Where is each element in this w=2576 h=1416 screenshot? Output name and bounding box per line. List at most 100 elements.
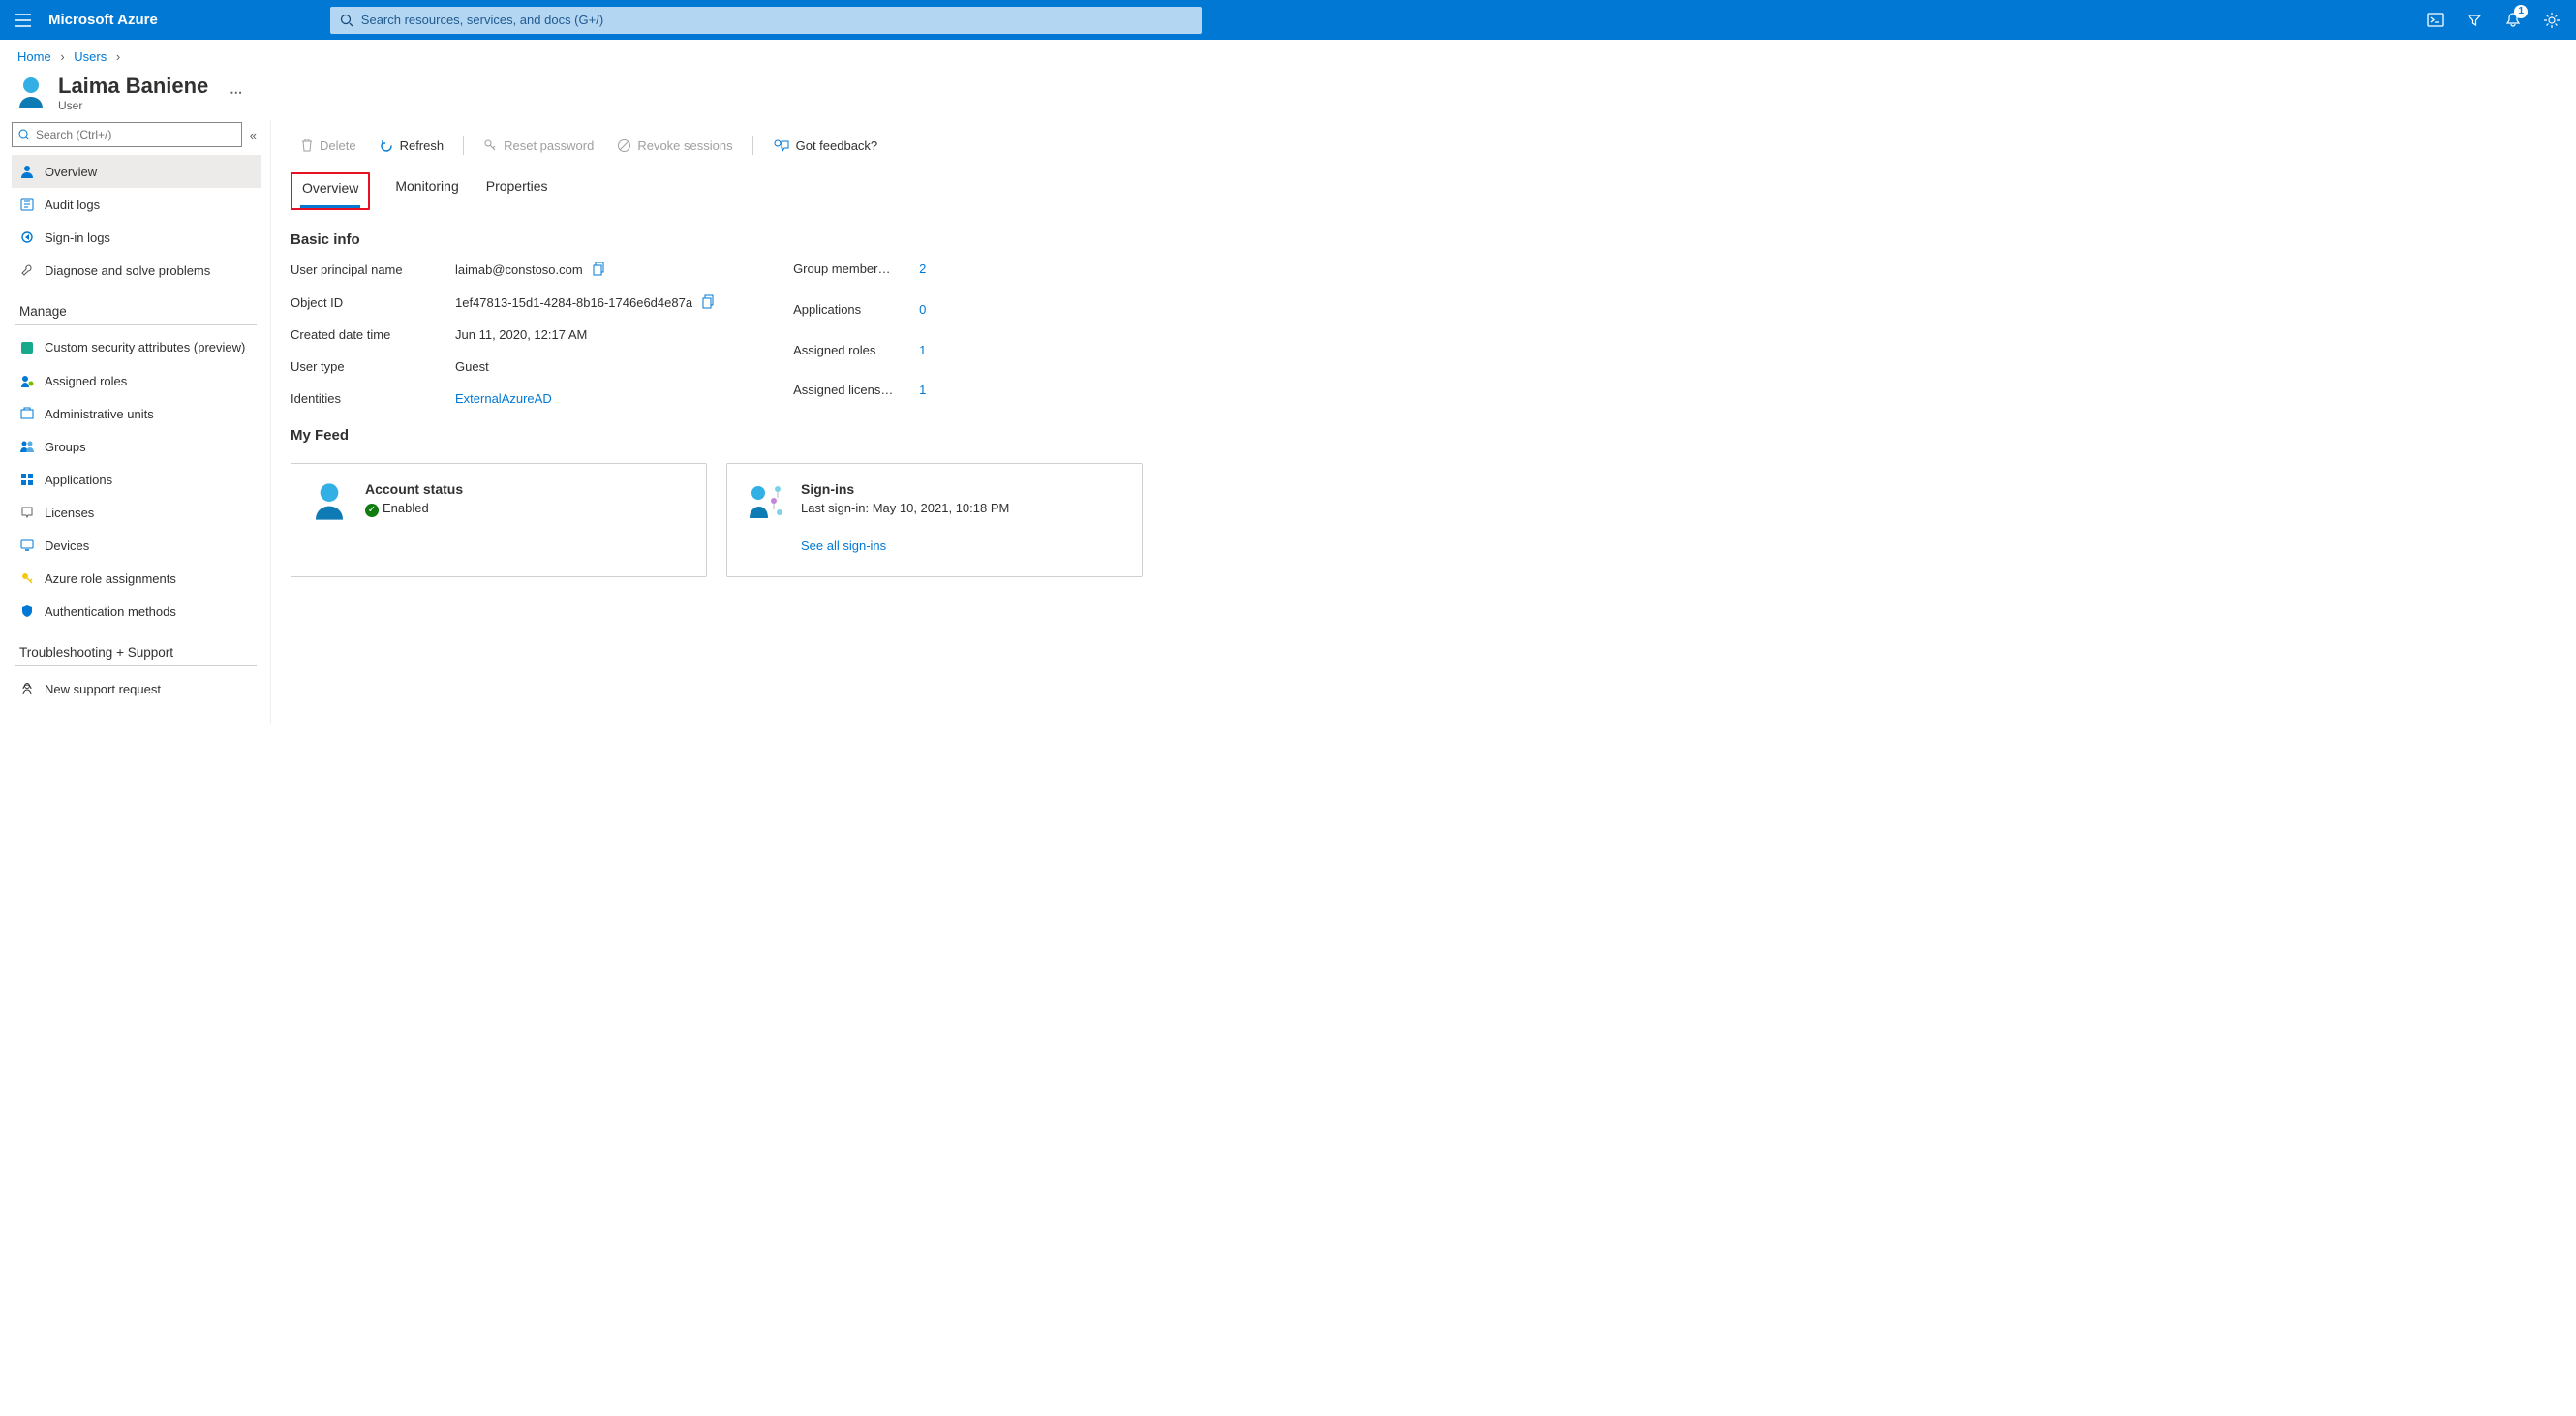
devices-icon xyxy=(19,538,35,553)
toolbar-divider xyxy=(463,136,464,155)
sidebar-item-administrative-units[interactable]: Administrative units xyxy=(12,397,261,430)
sidebar-item-label: Diagnose and solve problems xyxy=(45,263,210,278)
sidebar-item-audit-logs[interactable]: Audit logs xyxy=(12,188,261,221)
count-label-roles: Assigned roles xyxy=(793,343,919,366)
attributes-icon xyxy=(19,340,35,355)
sidebar-item-applications[interactable]: Applications xyxy=(12,463,261,496)
field-label-upn: User principal name xyxy=(291,262,455,277)
settings-button[interactable] xyxy=(2533,1,2570,40)
count-value-apps[interactable]: 0 xyxy=(919,302,948,325)
sidebar-item-label: Authentication methods xyxy=(45,604,176,619)
licenses-icon xyxy=(19,505,35,520)
card-title: Sign-ins xyxy=(801,481,1009,501)
sidebar-item-licenses[interactable]: Licenses xyxy=(12,496,261,529)
breadcrumb-separator: › xyxy=(110,49,126,64)
sidebar-item-label: Licenses xyxy=(45,506,94,520)
hamburger-menu-button[interactable] xyxy=(6,3,41,38)
shield-icon xyxy=(19,603,35,619)
reset-password-button: Reset password xyxy=(474,135,603,157)
refresh-icon xyxy=(380,139,394,153)
refresh-button[interactable]: Refresh xyxy=(370,135,454,157)
field-value-object-id: 1ef47813-15d1-4284-8b16-1746e6d4e87a xyxy=(455,294,716,310)
count-value-roles[interactable]: 1 xyxy=(919,343,948,366)
feedback-icon xyxy=(773,139,790,153)
more-actions-button[interactable]: ⋯ xyxy=(220,85,252,101)
sidebar-item-label: Azure role assignments xyxy=(45,571,176,586)
tabs: Overview Monitoring Properties xyxy=(291,161,2553,210)
copy-upn-button[interactable] xyxy=(593,262,606,277)
sidebar-section-manage: Manage xyxy=(15,291,257,325)
filter-icon xyxy=(2467,13,2482,28)
copy-object-id-button[interactable] xyxy=(702,294,716,310)
cloud-shell-button[interactable] xyxy=(2417,1,2454,40)
toolbar: Delete Refresh Reset password Revoke ses… xyxy=(291,128,2553,161)
sidebar-item-label: Overview xyxy=(45,165,97,179)
field-label-object-id: Object ID xyxy=(291,295,455,310)
basic-info-block: User principal name laimab@constoso.com … xyxy=(291,262,2553,406)
delete-button: Delete xyxy=(291,134,366,157)
sidebar-item-authentication-methods[interactable]: Authentication methods xyxy=(12,595,261,628)
global-search[interactable] xyxy=(330,7,1202,34)
field-value-upn: laimab@constoso.com xyxy=(455,262,716,277)
breadcrumb-separator: › xyxy=(54,49,70,64)
filter-button[interactable] xyxy=(2456,1,2493,40)
hamburger-icon xyxy=(15,14,31,27)
sidebar-item-groups[interactable]: Groups xyxy=(12,430,261,463)
sidebar-item-label: Groups xyxy=(45,440,86,454)
sidebar-item-diagnose[interactable]: Diagnose and solve problems xyxy=(12,254,261,287)
copy-icon xyxy=(702,294,716,310)
sidebar: « Overview Audit logs Sign-in logs Diagn… xyxy=(0,120,271,724)
gear-icon xyxy=(2543,12,2561,29)
sidebar-item-azure-role-assignments[interactable]: Azure role assignments xyxy=(12,562,261,595)
tab-overview[interactable]: Overview xyxy=(300,174,360,208)
sidebar-item-label: Applications xyxy=(45,473,112,487)
breadcrumb-home[interactable]: Home xyxy=(17,49,51,64)
sidebar-item-new-support-request[interactable]: New support request xyxy=(12,672,261,705)
collapse-sidebar-button[interactable]: « xyxy=(248,128,261,142)
page-title: Laima Baniene xyxy=(58,74,208,99)
global-search-input[interactable] xyxy=(353,13,1192,27)
user-avatar-icon xyxy=(311,481,350,559)
topbar-actions: 1 xyxy=(2417,1,2570,40)
sidebar-search-input[interactable] xyxy=(30,128,235,141)
toolbar-label: Delete xyxy=(320,139,356,153)
feed-block: Account status ✓Enabled xyxy=(291,457,2553,577)
signin-icon xyxy=(19,230,35,245)
field-value-user-type: Guest xyxy=(455,359,716,374)
search-icon xyxy=(340,14,353,27)
brand-label: Microsoft Azure xyxy=(41,12,175,28)
card-title: Account status xyxy=(365,481,463,501)
tab-monitoring[interactable]: Monitoring xyxy=(393,172,460,210)
main-content: Delete Refresh Reset password Revoke ses… xyxy=(271,120,2576,724)
breadcrumb-users[interactable]: Users xyxy=(74,49,107,64)
field-label-created: Created date time xyxy=(291,327,455,342)
toolbar-label: Reset password xyxy=(504,139,594,153)
field-value-created: Jun 11, 2020, 12:17 AM xyxy=(455,327,716,342)
notifications-button[interactable]: 1 xyxy=(2495,1,2531,40)
sidebar-search[interactable] xyxy=(12,122,242,147)
count-value-licenses[interactable]: 1 xyxy=(919,383,948,406)
feedback-button[interactable]: Got feedback? xyxy=(763,135,888,157)
sidebar-item-label: Sign-in logs xyxy=(45,231,110,245)
user-avatar-icon xyxy=(15,76,46,110)
toolbar-label: Revoke sessions xyxy=(637,139,732,153)
section-basic-info: Basic info xyxy=(291,210,2553,262)
sidebar-item-devices[interactable]: Devices xyxy=(12,529,261,562)
tab-properties[interactable]: Properties xyxy=(484,172,550,210)
count-value-groups[interactable]: 2 xyxy=(919,262,948,285)
sidebar-item-assigned-roles[interactable]: Assigned roles xyxy=(12,364,261,397)
identities-link[interactable]: ExternalAzureAD xyxy=(455,391,552,406)
highlight-box: Overview xyxy=(291,172,370,210)
field-label-identities: Identities xyxy=(291,391,455,406)
top-bar: Microsoft Azure 1 xyxy=(0,0,2576,40)
see-all-signins-link[interactable]: See all sign-ins xyxy=(801,515,886,553)
wrench-icon xyxy=(19,262,35,278)
card-signins: Sign-ins Last sign-in: May 10, 2021, 10:… xyxy=(726,463,1143,577)
card-body: Last sign-in: May 10, 2021, 10:18 PM xyxy=(801,501,1009,515)
sidebar-item-overview[interactable]: Overview xyxy=(12,155,261,188)
sidebar-item-custom-security-attributes[interactable]: Custom security attributes (preview) xyxy=(12,331,261,364)
check-icon: ✓ xyxy=(365,504,379,517)
basic-info-counts: Group member… 2 Applications 0 Assigned … xyxy=(793,262,948,406)
sidebar-item-label: New support request xyxy=(45,682,161,696)
sidebar-item-signin-logs[interactable]: Sign-in logs xyxy=(12,221,261,254)
